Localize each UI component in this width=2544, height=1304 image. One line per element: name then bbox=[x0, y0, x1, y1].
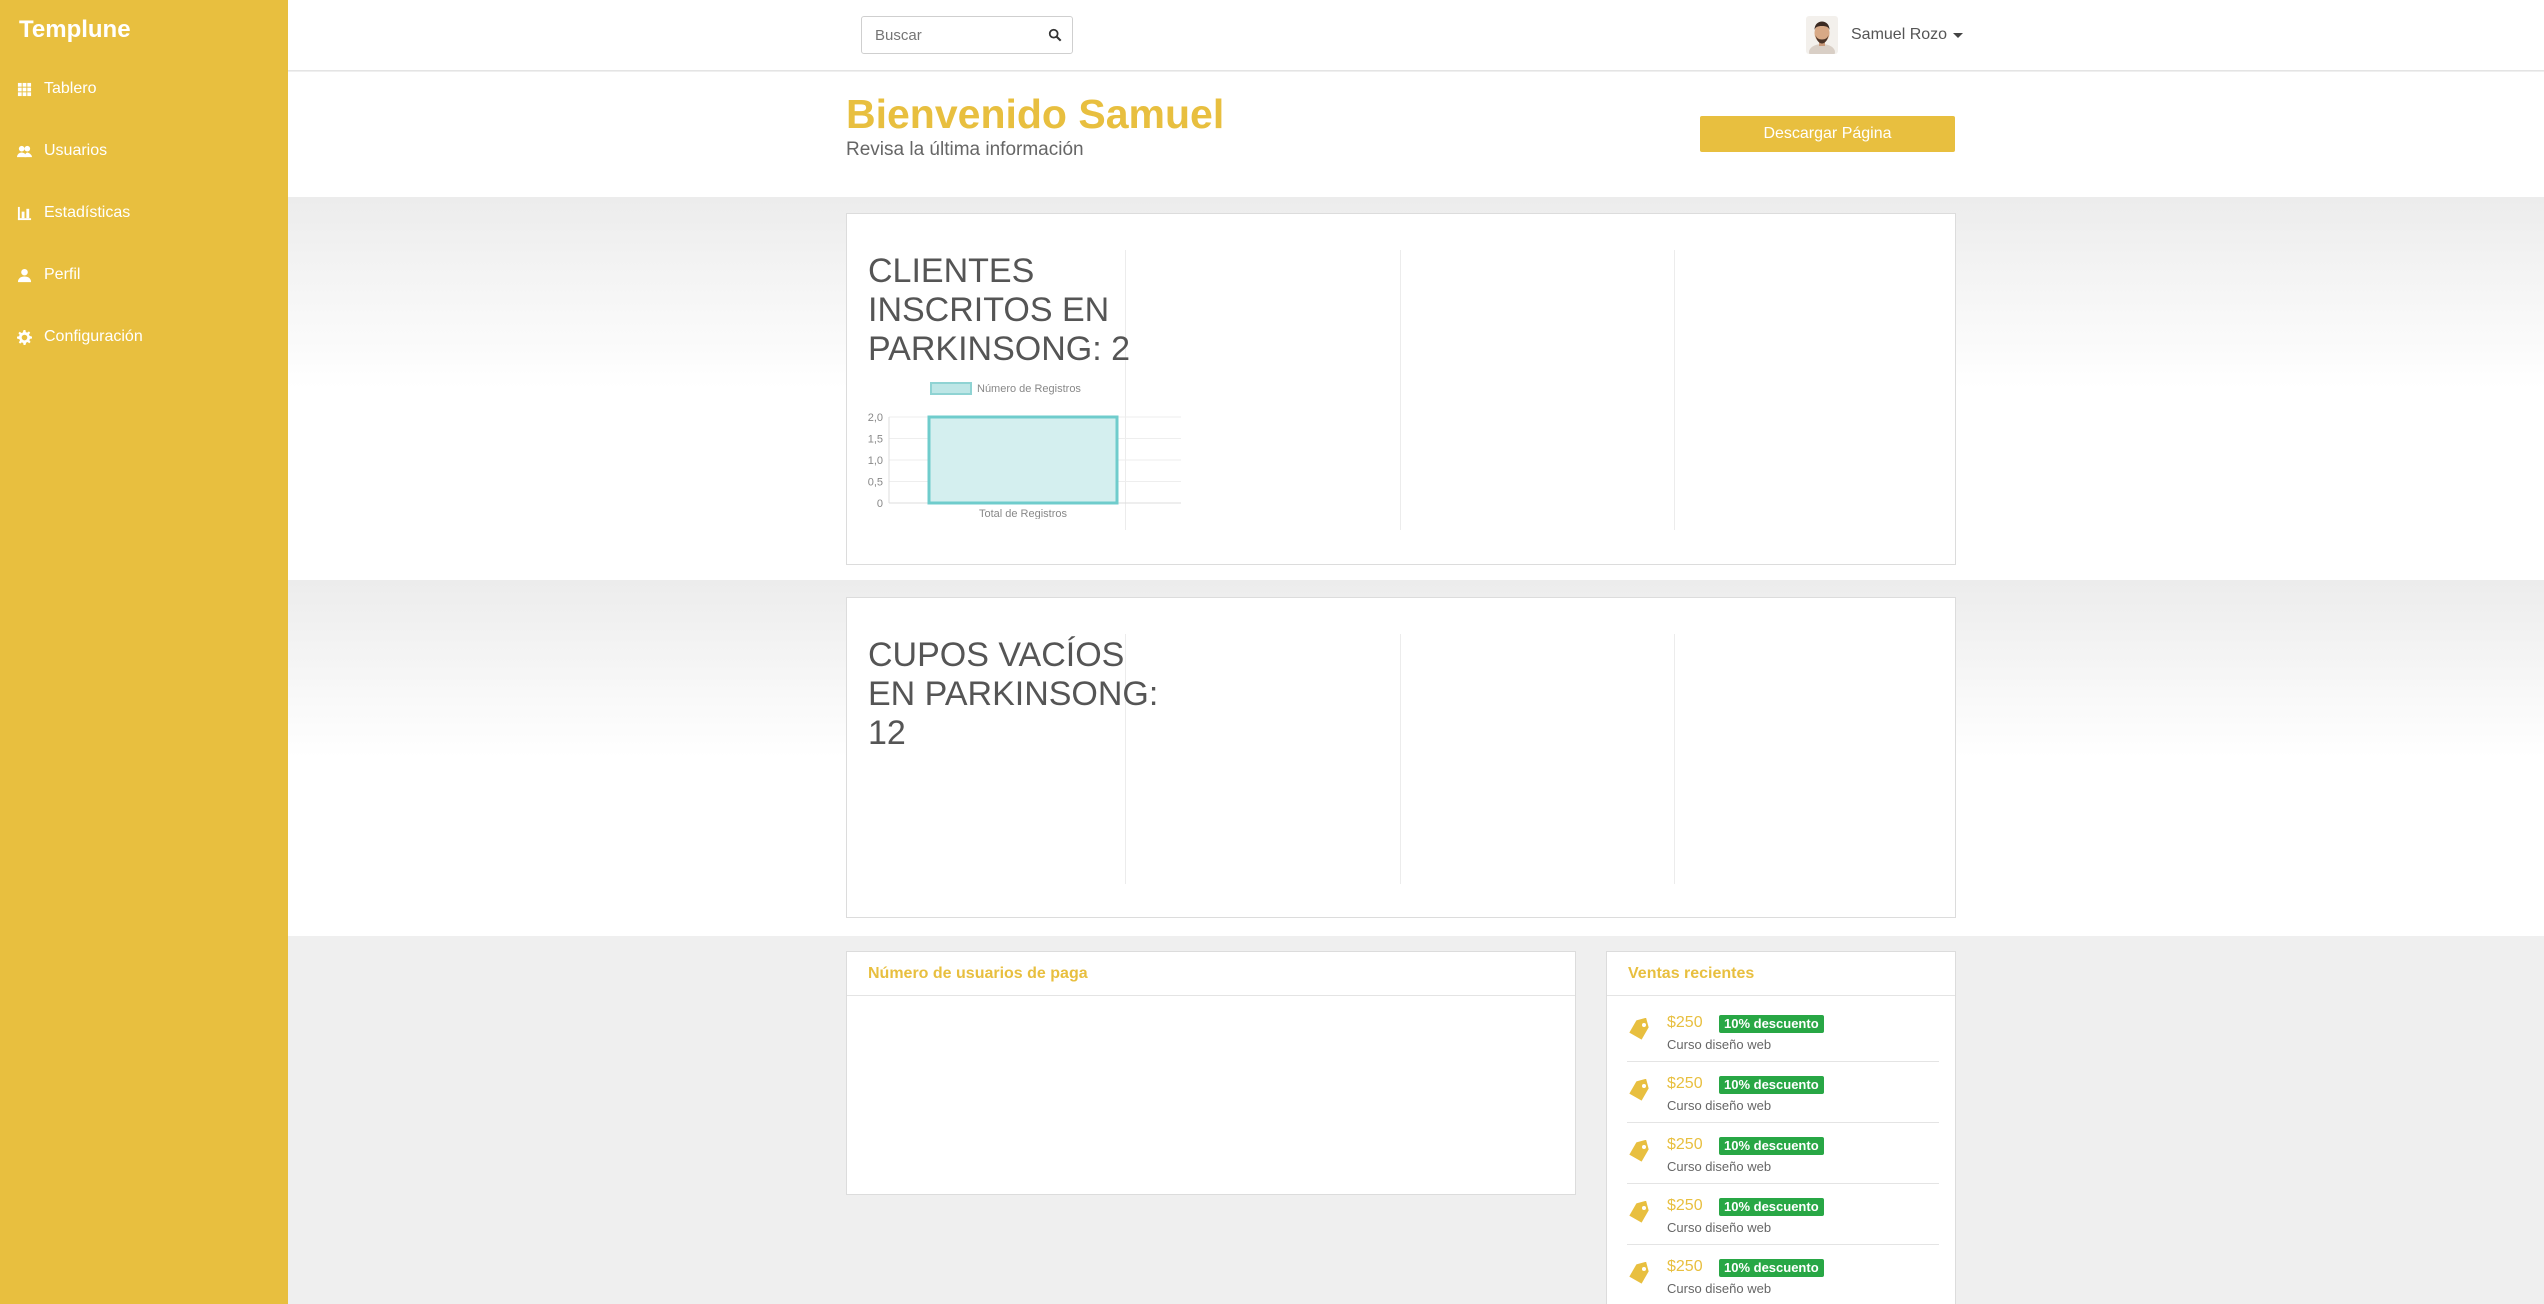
sidebar-item-perfil[interactable]: Perfil bbox=[16, 260, 80, 290]
sale-price: $250 bbox=[1667, 1136, 1703, 1153]
clients-bar-chart: Número de Registros 2,0 1,5 1,0 0,5 0 Total … bbox=[868, 382, 1181, 519]
sale-description: Curso diseño web bbox=[1667, 1159, 1772, 1174]
tag-icon bbox=[1629, 1201, 1649, 1223]
sale-description: Curso diseño web bbox=[1667, 1037, 1772, 1052]
y-tick-label: 0 bbox=[877, 498, 883, 510]
sidebar-item-label: Usuarios bbox=[44, 142, 108, 159]
paid-users-panel: Número de usuarios de paga bbox=[846, 951, 1576, 1195]
clients-count-title: CLIENTES INSCRITOS EN PARKINSONG: 2 bbox=[868, 252, 1130, 368]
brand-logo[interactable]: Templune bbox=[19, 16, 131, 44]
tag-icon bbox=[1629, 1079, 1649, 1101]
list-item[interactable]: $250 10% descuento Curso diseño web bbox=[1627, 1124, 1939, 1184]
panel-title: Número de usuarios de paga bbox=[847, 952, 1575, 996]
x-tick-label: Total de Registros bbox=[979, 508, 1068, 519]
users-icon bbox=[16, 143, 32, 159]
discount-badge: 10% descuento bbox=[1719, 1198, 1824, 1216]
list-item[interactable]: $250 10% descuento Curso diseño web bbox=[1627, 1246, 1939, 1304]
chart-bar bbox=[927, 415, 1119, 505]
sidebar-item-label: Configuración bbox=[44, 328, 143, 345]
user-icon bbox=[16, 267, 32, 283]
sidebar-item-tablero[interactable]: Tablero bbox=[16, 74, 96, 104]
sale-price: $250 bbox=[1667, 1197, 1703, 1214]
chevron-down-icon bbox=[1953, 32, 1964, 38]
sidebar-item-label: Perfil bbox=[44, 266, 81, 283]
divider bbox=[1674, 634, 1675, 884]
divider bbox=[1400, 250, 1401, 530]
y-tick-label: 2,0 bbox=[868, 412, 883, 424]
tag-icon bbox=[1629, 1140, 1649, 1162]
legend-swatch bbox=[930, 382, 972, 395]
sale-description: Curso diseño web bbox=[1667, 1220, 1772, 1235]
recent-sales-panel: Ventas recientes $250 10% descuento Curso … bbox=[1606, 951, 1956, 1304]
user-menu[interactable]: Samuel Rozo bbox=[1806, 16, 1964, 54]
sale-description: Curso diseño web bbox=[1667, 1098, 1772, 1113]
tag-icon bbox=[1629, 1262, 1649, 1284]
discount-badge: 10% descuento bbox=[1719, 1259, 1824, 1277]
y-tick-label: 1,0 bbox=[868, 455, 883, 467]
legend-label: Número de Registros bbox=[977, 383, 1081, 395]
gear-icon bbox=[16, 329, 32, 345]
download-page-button[interactable]: Descargar Página bbox=[1700, 116, 1955, 152]
page-title: Bienvenido Samuel bbox=[846, 91, 1225, 137]
page-subtitle: Revisa la última información bbox=[846, 139, 1084, 160]
clients-card: CLIENTES INSCRITOS EN PARKINSONG: 2 Núme… bbox=[846, 213, 1956, 565]
divider bbox=[1674, 250, 1675, 530]
search-box bbox=[861, 16, 1073, 54]
search-input[interactable] bbox=[862, 17, 1032, 53]
page-header: Bienvenido Samuel Revisa la última infor… bbox=[288, 72, 2544, 197]
sale-price: $250 bbox=[1667, 1258, 1703, 1275]
empty-slots-title: CUPOS VACÍOS EN PARKINSONG: 12 bbox=[868, 636, 1159, 752]
y-tick-label: 1,5 bbox=[868, 434, 883, 446]
discount-badge: 10% descuento bbox=[1719, 1015, 1824, 1033]
empty-slots-card: CUPOS VACÍOS EN PARKINSONG: 12 bbox=[846, 597, 1956, 918]
list-item[interactable]: $250 10% descuento Curso diseño web bbox=[1627, 1002, 1939, 1062]
list-item[interactable]: $250 10% descuento Curso diseño web bbox=[1627, 1063, 1939, 1123]
sidebar-item-label: Estadísticas bbox=[44, 204, 131, 221]
list-item[interactable]: $250 10% descuento Curso diseño web bbox=[1627, 1185, 1939, 1245]
discount-badge: 10% descuento bbox=[1719, 1137, 1824, 1155]
sale-description: Curso diseño web bbox=[1667, 1281, 1772, 1296]
y-tick-label: 0,5 bbox=[868, 477, 883, 489]
bar-chart-icon bbox=[16, 205, 32, 221]
tag-icon bbox=[1629, 1018, 1649, 1040]
panel-title: Ventas recientes bbox=[1607, 952, 1955, 996]
sidebar: Templune Tablero Usuarios Estadísticas P… bbox=[0, 0, 288, 1304]
sidebar-item-estadisticas[interactable]: Estadísticas bbox=[16, 198, 130, 228]
divider bbox=[1400, 634, 1401, 884]
sale-price: $250 bbox=[1667, 1075, 1703, 1092]
sidebar-item-configuracion[interactable]: Configuración bbox=[16, 322, 143, 352]
avatar bbox=[1806, 16, 1838, 54]
sale-price: $250 bbox=[1667, 1014, 1703, 1031]
sidebar-item-usuarios[interactable]: Usuarios bbox=[16, 136, 107, 166]
search-icon[interactable] bbox=[1048, 28, 1062, 42]
user-name: Samuel Rozo bbox=[1851, 26, 1948, 43]
topbar: Samuel Rozo bbox=[288, 0, 2544, 71]
discount-badge: 10% descuento bbox=[1719, 1076, 1824, 1094]
sidebar-item-label: Tablero bbox=[44, 80, 97, 97]
grid-icon bbox=[16, 81, 32, 97]
